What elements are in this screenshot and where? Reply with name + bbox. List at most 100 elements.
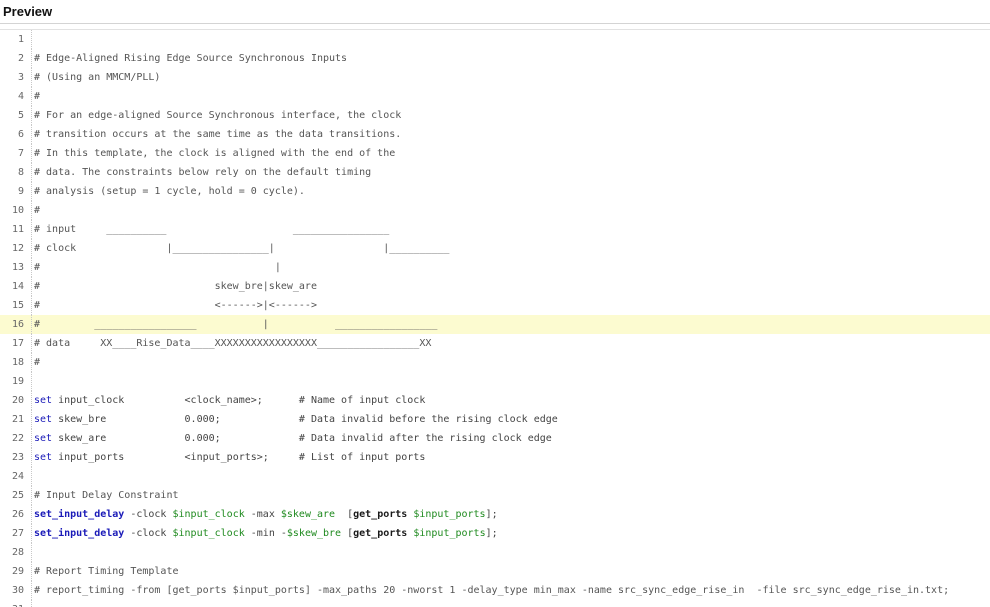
line-number: 12 — [11, 243, 24, 254]
line-number: 21 — [11, 414, 24, 425]
code-line[interactable]: 19 — [0, 372, 990, 391]
line-number: 4 — [17, 91, 24, 102]
code-line[interactable]: 7 # In this template, the clock is aligne… — [0, 144, 990, 163]
gutter-separator — [31, 258, 32, 277]
code-token: $skew_are — [280, 509, 336, 520]
line-number: 16 — [11, 319, 24, 330]
line-text: # <------>|<------> — [34, 300, 317, 311]
code-token: -max — [244, 509, 281, 520]
line-text: # For an edge-aligned Source Synchronous… — [34, 110, 402, 121]
line-number: 8 — [17, 167, 24, 178]
code-token: ]; — [485, 528, 498, 539]
line-text: set input_ports <input_ports>; # List of… — [34, 448, 425, 467]
gutter-separator — [31, 239, 32, 258]
gutter-separator — [31, 277, 32, 296]
code-line[interactable]: 28 — [0, 543, 990, 562]
line-text: # data. The constraints below rely on th… — [34, 167, 372, 178]
code-line[interactable]: 9 # analysis (setup = 1 cycle, hold = 0 c… — [0, 182, 990, 201]
code-token: $input_ports — [413, 509, 486, 520]
gutter-separator — [31, 505, 32, 524]
code-line[interactable]: 15 # <------>|<------> — [0, 296, 990, 315]
code-token: set — [34, 433, 59, 444]
code-token: ]; — [485, 509, 498, 520]
line-text: set input_clock <clock_name>; # Name of … — [34, 391, 425, 410]
line-number: 26 — [11, 509, 24, 520]
code-token: input_clock <clock_name>; # Name of inpu… — [58, 395, 426, 406]
gutter-separator — [31, 163, 32, 182]
line-number: 3 — [17, 72, 24, 83]
line-number: 9 — [17, 186, 24, 197]
gutter-separator — [31, 315, 32, 334]
code-line[interactable]: 29 # Report Timing Template — [0, 562, 990, 581]
code-line[interactable]: 17 # data XX____Rise_Data____XXXXXXXXXXXX… — [0, 334, 990, 353]
code-line[interactable]: 23 set input_ports <input_ports>; # List … — [0, 448, 990, 467]
line-number: 1 — [17, 34, 24, 45]
gutter-separator — [31, 125, 32, 144]
code-line[interactable]: 30 # report_timing -from [get_ports $inpu… — [0, 581, 990, 600]
code-line[interactable]: 2 # Edge-Aligned Rising Edge Source Synch… — [0, 49, 990, 68]
gutter-separator — [31, 467, 32, 486]
line-number: 5 — [17, 110, 24, 121]
line-number: 14 — [11, 281, 24, 292]
code-line[interactable]: 21 set skew_bre 0.000; # Data invalid bef… — [0, 410, 990, 429]
code-token: input_ports <input_ports>; # List of inp… — [58, 452, 426, 463]
code-line[interactable]: 11 # input __________ ________________ — [0, 220, 990, 239]
line-number: 24 — [11, 471, 24, 482]
code-line[interactable]: 16 # _________________ | ________________… — [0, 315, 990, 334]
gutter-separator — [31, 144, 32, 163]
code-line[interactable]: 1 — [0, 30, 990, 49]
code-token: -clock — [124, 509, 173, 520]
line-text: # — [34, 357, 41, 368]
line-text: set_input_delay -clock $input_clock -max… — [34, 505, 498, 524]
line-number: 28 — [11, 547, 24, 558]
line-number: 23 — [11, 452, 24, 463]
panel-title: Preview — [3, 4, 53, 19]
gutter-separator — [31, 448, 32, 467]
line-text: # data XX____Rise_Data____XXXXXXXXXXXXXX… — [34, 338, 432, 349]
code-line[interactable]: 4 # — [0, 87, 990, 106]
code-line[interactable]: 8 # data. The constraints below rely on t… — [0, 163, 990, 182]
line-number: 30 — [11, 585, 24, 596]
code-line[interactable]: 20 set input_clock <clock_name>; # Name o… — [0, 391, 990, 410]
code-token: set — [34, 395, 59, 406]
line-number: 20 — [11, 395, 24, 406]
code-line[interactable]: 22 set skew_are 0.000; # Data invalid aft… — [0, 429, 990, 448]
code-token: $input_ports — [413, 528, 486, 539]
gutter-separator — [31, 543, 32, 562]
code-line[interactable]: 3 # (Using an MMCM/PLL) — [0, 68, 990, 87]
gutter-separator — [31, 334, 32, 353]
line-text: # In this template, the clock is aligned… — [34, 148, 396, 159]
line-number: 22 — [11, 433, 24, 444]
code-editor[interactable]: 1 2 # Edge-Aligned Rising Edge Source Sync… — [0, 29, 990, 607]
code-line[interactable]: 10 # — [0, 201, 990, 220]
code-line[interactable]: 25 # Input Delay Constraint — [0, 486, 990, 505]
code-line[interactable]: 24 — [0, 467, 990, 486]
code-line[interactable]: 27 set_input_delay -clock $input_clock -m… — [0, 524, 990, 543]
gutter-separator — [31, 391, 32, 410]
code-line[interactable]: 14 # skew_bre|skew_are — [0, 277, 990, 296]
line-text: # analysis (setup = 1 cycle, hold = 0 cy… — [34, 186, 305, 197]
gutter-separator — [31, 581, 32, 600]
line-number: 11 — [11, 224, 24, 235]
gutter-separator — [31, 562, 32, 581]
code-line[interactable]: 6 # transition occurs at the same time as… — [0, 125, 990, 144]
code-line[interactable]: 5 # For an edge-aligned Source Synchronou… — [0, 106, 990, 125]
gutter-separator — [31, 49, 32, 68]
line-text: # skew_bre|skew_are — [34, 281, 317, 292]
line-text: set skew_are 0.000; # Data invalid after… — [34, 429, 552, 448]
line-text: # — [34, 205, 41, 216]
code-line[interactable]: 12 # clock |________________| |__________ — [0, 239, 990, 258]
line-text: # _________________ | _________________ — [34, 319, 438, 330]
line-number: 25 — [11, 490, 24, 501]
code-line[interactable]: 26 set_input_delay -clock $input_clock -m… — [0, 505, 990, 524]
code-token: get_ports — [353, 509, 408, 520]
gutter-separator — [31, 182, 32, 201]
gutter-separator — [31, 429, 32, 448]
code-token: $skew_bre — [286, 528, 342, 539]
code-line[interactable]: 18 # — [0, 353, 990, 372]
line-number: 27 — [11, 528, 24, 539]
code-line[interactable]: 13 # | — [0, 258, 990, 277]
gutter-separator — [31, 30, 32, 49]
code-token: [ — [335, 509, 354, 520]
code-token: -clock — [124, 528, 173, 539]
